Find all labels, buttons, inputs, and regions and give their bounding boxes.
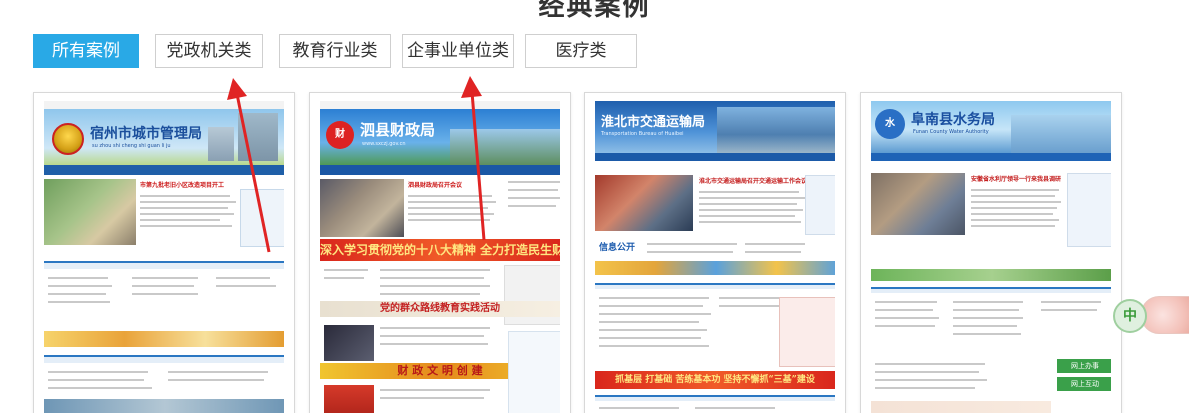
water-logo-icon: 水 xyxy=(875,109,905,139)
case-card-funan[interactable]: 水 阜南县水务局 Funan County Water Authority 安徽… xyxy=(860,92,1122,413)
tab-medical[interactable]: 医疗类 xyxy=(525,34,637,68)
case-news-headline: 泗县财政局召开会议 xyxy=(408,182,463,189)
float-char: 中 xyxy=(1113,299,1147,333)
case-site-pinyin: su zhou shi cheng shi guan li ju xyxy=(92,143,171,149)
case-site-name: 阜南县水务局 xyxy=(911,112,995,128)
case-site-name: 淮北市交通运输局 xyxy=(601,115,706,130)
tab-government[interactable]: 党政机关类 xyxy=(155,34,263,68)
case-thumbnail: 财 泗县财政局 www.sxczj.gov.cn 泗县财政局召开会议 深入学习贯… xyxy=(320,101,560,413)
online-service-button: 网上办事 xyxy=(1057,359,1111,373)
case-site-name: 泗县财政局 xyxy=(360,121,436,139)
info-public-label: 信息公开 xyxy=(599,243,636,253)
case-card-sixian[interactable]: 财 泗县财政局 www.sxczj.gov.cn 泗县财政局召开会议 深入学习贯… xyxy=(309,92,571,413)
case-card-huaibei[interactable]: 淮北市交通运输局 Transportation Bureau of Huaibe… xyxy=(584,92,846,413)
case-site-name: 宿州市城市管理局 xyxy=(90,126,202,142)
case-thumbnail: 淮北市交通运输局 Transportation Bureau of Huaibe… xyxy=(595,101,835,413)
emblem-icon: 财 xyxy=(326,121,354,149)
decorative-flower-icon xyxy=(1141,296,1189,334)
promo-banner: 党的群众路线教育实践活动 xyxy=(320,301,560,317)
police-emblem-icon xyxy=(52,123,84,155)
case-site-pinyin: www.sxczj.gov.cn xyxy=(362,141,406,147)
promo-banner: 深入学习贯彻党的十八大精神 全力打造民生财政 xyxy=(320,239,560,261)
section-title: 经典案例 xyxy=(538,0,651,22)
floating-service-widget[interactable]: 中 xyxy=(1113,296,1189,334)
case-site-pinyin: Transportation Bureau of Huaibei xyxy=(601,131,684,137)
online-interaction-button: 网上互动 xyxy=(1057,377,1111,391)
tab-all-cases[interactable]: 所有案例 xyxy=(33,34,139,68)
promo-banner: 抓基层 打基础 苦练基本功 坚持不懈抓“三基”建设 xyxy=(595,371,835,389)
case-card-suzhou[interactable]: 宿州市城市管理局 su zhou shi cheng shi guan li j… xyxy=(33,92,295,413)
case-thumbnail: 水 阜南县水务局 Funan County Water Authority 安徽… xyxy=(871,101,1111,413)
tab-education[interactable]: 教育行业类 xyxy=(279,34,391,68)
case-showcase-page: 经典案例 所有案例 党政机关类 教育行业类 企事业单位类 医疗类 宿州市城市管理… xyxy=(0,0,1189,413)
tab-enterprise[interactable]: 企事业单位类 xyxy=(402,34,514,68)
case-thumbnail: 宿州市城市管理局 su zhou shi cheng shi guan li j… xyxy=(44,101,284,413)
case-site-pinyin: Funan County Water Authority xyxy=(913,129,989,135)
